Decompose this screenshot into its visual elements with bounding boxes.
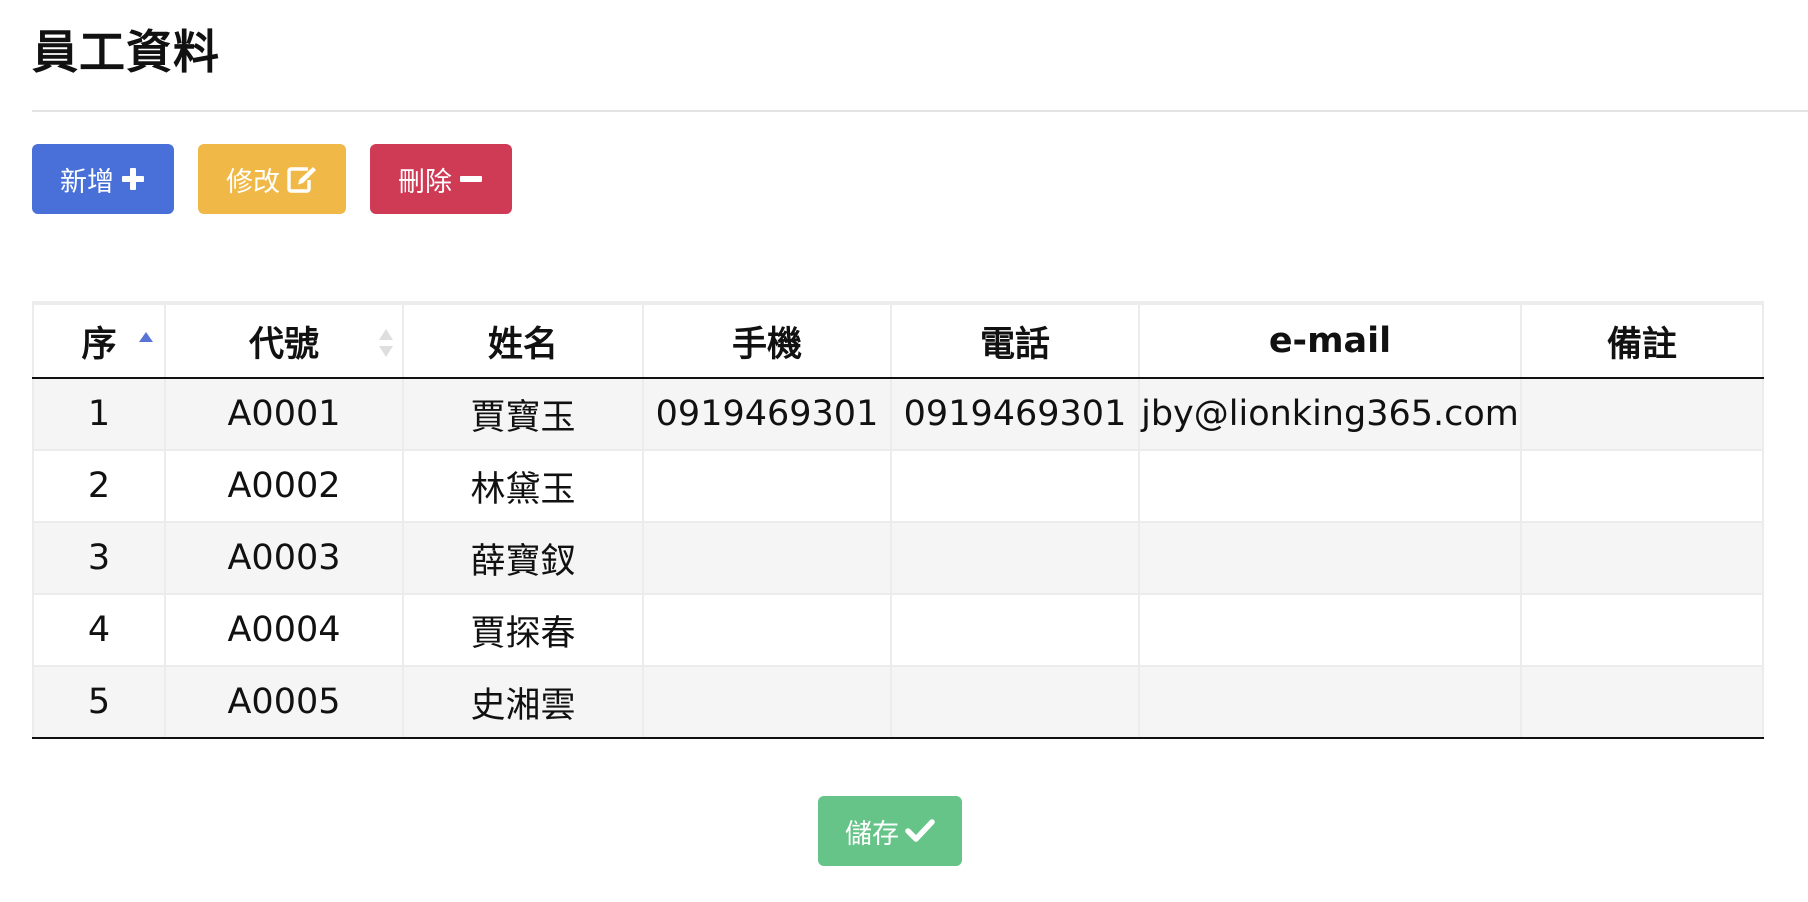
cell-mobile[interactable] (642, 665, 892, 739)
header-row: 序 代號 姓名 手機 電話 e-mail 備註 (32, 301, 1764, 379)
cell-name[interactable]: 賈探春 (402, 593, 644, 667)
column-header-label: 代號 (248, 324, 319, 365)
save-button[interactable]: 儲存 (818, 796, 962, 866)
table-row[interactable]: 1 A0001 賈寶玉 0919469301 0919469301 jby@li… (32, 377, 1764, 451)
cell-code[interactable]: A0005 (164, 665, 404, 739)
cell-phone[interactable] (890, 449, 1140, 523)
table-row[interactable]: 5 A0005 史湘雲 (32, 665, 1764, 739)
column-header-name[interactable]: 姓名 (402, 301, 644, 379)
cell-email[interactable] (1138, 521, 1522, 595)
cell-note[interactable] (1520, 593, 1764, 667)
title-divider (32, 110, 1808, 112)
cell-mobile[interactable] (642, 593, 892, 667)
cell-note[interactable] (1520, 377, 1764, 451)
edit-button[interactable]: 修改 (198, 144, 346, 214)
cell-phone[interactable] (890, 593, 1140, 667)
table-row[interactable]: 3 A0003 薛寶釵 (32, 521, 1764, 595)
delete-button-label: 刪除 (398, 166, 452, 198)
table-row[interactable]: 2 A0002 林黛玉 (32, 449, 1764, 523)
column-header-label: 手機 (731, 324, 802, 365)
cell-code[interactable]: A0002 (164, 449, 404, 523)
cell-email[interactable]: jby@lionking365.com (1138, 377, 1522, 451)
employee-table: 序 代號 姓名 手機 電話 e-mail 備註 1 A0001 賈寶玉 0919… (32, 301, 1764, 739)
cell-code[interactable]: A0003 (164, 521, 404, 595)
column-header-label: 電話 (979, 324, 1050, 365)
column-header-label: 序 (81, 324, 117, 365)
table-row[interactable]: 4 A0004 賈探春 (32, 593, 1764, 667)
cell-seq[interactable]: 4 (32, 593, 166, 667)
column-header-label: 姓名 (487, 324, 558, 365)
cell-email[interactable] (1138, 449, 1522, 523)
column-header-label: 備註 (1606, 324, 1677, 365)
cell-mobile[interactable] (642, 449, 892, 523)
cell-seq[interactable]: 3 (32, 521, 166, 595)
delete-button[interactable]: 刪除 (370, 144, 512, 214)
sort-both-icon (379, 329, 393, 357)
edit-icon (287, 167, 316, 193)
save-button-label: 儲存 (845, 818, 899, 850)
cell-name[interactable]: 史湘雲 (402, 665, 644, 739)
cell-mobile[interactable]: 0919469301 (642, 377, 892, 451)
cell-phone[interactable] (890, 665, 1140, 739)
column-header-label: e-mail (1268, 321, 1392, 361)
cell-name[interactable]: 薛寶釵 (402, 521, 644, 595)
sort-ascending-icon (139, 332, 153, 342)
cell-phone[interactable]: 0919469301 (890, 377, 1140, 451)
column-header-note[interactable]: 備註 (1520, 301, 1764, 379)
cell-seq[interactable]: 1 (32, 377, 166, 451)
cell-note[interactable] (1520, 449, 1764, 523)
minus-icon (460, 176, 482, 182)
cell-note[interactable] (1520, 521, 1764, 595)
column-header-mobile[interactable]: 手機 (642, 301, 892, 379)
cell-name[interactable]: 賈寶玉 (402, 377, 644, 451)
cell-phone[interactable] (890, 521, 1140, 595)
employee-page: 員工資料 新增 修改 刪除 序 代號 姓名 手機 電話 e-mail 備註 1 … (0, 0, 1808, 902)
column-header-phone[interactable]: 電話 (890, 301, 1140, 379)
add-button-label: 新增 (60, 166, 114, 198)
column-header-email[interactable]: e-mail (1138, 301, 1522, 379)
table-body: 1 A0001 賈寶玉 0919469301 0919469301 jby@li… (32, 377, 1764, 739)
edit-button-label: 修改 (226, 166, 280, 198)
cell-seq[interactable]: 5 (32, 665, 166, 739)
cell-code[interactable]: A0004 (164, 593, 404, 667)
cell-mobile[interactable] (642, 521, 892, 595)
column-header-code[interactable]: 代號 (164, 301, 404, 379)
table-header: 序 代號 姓名 手機 電話 e-mail 備註 (32, 301, 1764, 379)
add-button[interactable]: 新增 (32, 144, 174, 214)
cell-note[interactable] (1520, 665, 1764, 739)
cell-code[interactable]: A0001 (164, 377, 404, 451)
column-header-seq[interactable]: 序 (32, 301, 166, 379)
check-icon (905, 819, 935, 842)
page-title: 員工資料 (32, 25, 220, 79)
cell-email[interactable] (1138, 665, 1522, 739)
cell-seq[interactable]: 2 (32, 449, 166, 523)
plus-icon (122, 168, 144, 190)
cell-name[interactable]: 林黛玉 (402, 449, 644, 523)
cell-email[interactable] (1138, 593, 1522, 667)
